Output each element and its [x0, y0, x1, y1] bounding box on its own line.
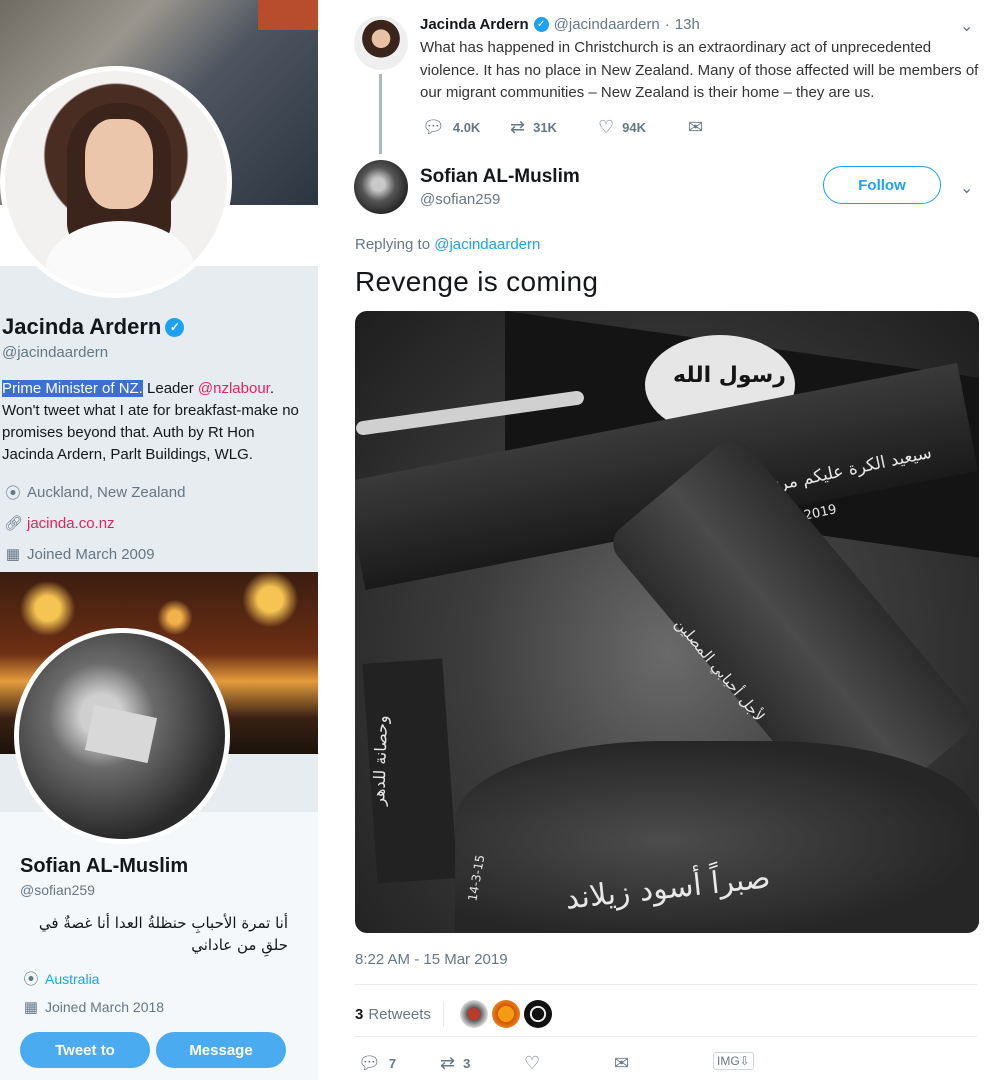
divider — [355, 984, 977, 985]
tweet-to-button[interactable]: Tweet to — [20, 1032, 150, 1068]
profile1-website-link[interactable]: jacinda.co.nz — [27, 515, 115, 532]
calendar-icon: ▦ — [23, 999, 39, 1016]
heart-icon: ♡ — [524, 1053, 541, 1073]
tweet-column: Jacinda Ardern ✓ @jacindaardern · 13h ⌄ … — [318, 0, 993, 1080]
tweet1-dm[interactable]: ✉ — [688, 117, 703, 138]
profile1-bio: Prime Minister of NZ. Leader @nzlabour. … — [2, 378, 308, 466]
location-pin-icon: ⦿ — [23, 971, 39, 988]
retweet-stats[interactable]: 3 Retweets — [355, 1000, 552, 1028]
avatar-book — [84, 704, 158, 764]
tweet2-reply-count: 7 — [388, 1056, 397, 1071]
profile1-joined: Joined March 2009 — [27, 545, 155, 563]
tweet2-author-name[interactable]: Sofian AL-Muslim — [420, 166, 580, 188]
tweet2-author-handle[interactable]: @sofian259 — [420, 191, 500, 208]
message-button[interactable]: Message — [156, 1032, 286, 1068]
media-tape-text: وحصانة للدهر — [369, 715, 392, 806]
verified-badge-icon: ✓ — [533, 17, 549, 32]
replying-to-link[interactable]: @jacindaardern — [434, 236, 540, 253]
retweeter-avatar[interactable] — [459, 1000, 488, 1028]
replying-to: Replying to @jacindaardern — [355, 236, 540, 253]
tweet2-text: Revenge is coming — [355, 266, 599, 297]
tweet2-media-image[interactable]: رسول الله سيعيد الكرة عليكم مرتين 15-3-2… — [355, 311, 979, 933]
tweet1-reply[interactable]: 💬︎ 4.0K — [422, 117, 510, 138]
tweet1-reply-count: 4.0K — [452, 120, 481, 135]
bio-mention-link[interactable]: @nzlabour — [198, 380, 270, 397]
profile1-website-row: 🔗︎ jacinda.co.nz — [4, 514, 115, 533]
profile1-name[interactable]: Jacinda Ardern — [2, 314, 161, 340]
reply-icon: 💬︎ — [422, 117, 445, 137]
tweet1-separator: · — [664, 16, 670, 33]
retweet-stat-label: Retweets — [368, 1005, 431, 1023]
tweet1-like[interactable]: ♡ 94K — [598, 117, 688, 138]
profile2-joined: Joined March 2018 — [45, 999, 165, 1015]
tweet1-header: Jacinda Ardern ✓ @jacindaardern · 13h — [420, 16, 700, 33]
tweet2-dm[interactable]: ✉ — [614, 1053, 629, 1074]
profile1-handle[interactable]: @jacindaardern — [2, 344, 108, 361]
profile2-bio: أنا تمرة الأحبابِ حنظلةُ العدا أنا غصةٌ … — [38, 914, 288, 954]
reply-icon: 💬︎ — [358, 1053, 381, 1073]
thread-connector — [379, 74, 382, 154]
profile1-avatar[interactable] — [0, 66, 232, 298]
profile1-location: Auckland, New Zealand — [27, 484, 186, 501]
retweeter-avatar[interactable] — [491, 1000, 520, 1028]
tweet1-like-count: 94K — [622, 120, 646, 135]
tweet2-reply[interactable]: 💬︎ 7 — [358, 1053, 440, 1074]
bio-leader-text: Leader — [142, 380, 198, 397]
tweet1-text: What has happened in Christchurch is an … — [420, 39, 979, 101]
media-bag — [455, 741, 979, 933]
chevron-down-icon[interactable]: ⌄ — [960, 178, 973, 198]
tweet2-avatar[interactable] — [354, 160, 408, 214]
tweet1-time[interactable]: 13h — [675, 16, 700, 33]
profile2-location[interactable]: Australia — [45, 971, 99, 987]
stat-divider — [442, 1001, 444, 1027]
tweet2-retweet[interactable]: ⇄ 3 — [440, 1053, 524, 1074]
location-pin-icon: ⦿ — [5, 485, 21, 502]
avatar-shoulders — [45, 221, 195, 293]
retweet-icon: ⇄ — [510, 117, 526, 137]
chevron-down-icon[interactable]: ⌄ — [960, 16, 973, 36]
tweet1-actions: 💬︎ 4.0K ⇄ 31K ♡ 94K ✉ — [422, 117, 703, 138]
image-download-tag[interactable]: IMG⇩ — [713, 1052, 754, 1070]
profile1-name-row: Jacinda Ardern ✓ — [2, 314, 185, 340]
calendar-icon: ▦ — [5, 546, 21, 563]
link-icon: 🔗︎ — [4, 515, 24, 532]
retweet-icon: ⇄ — [440, 1053, 456, 1073]
profile1-location-row: ⦿ Auckland, New Zealand — [4, 482, 185, 503]
divider — [355, 1036, 977, 1037]
heart-icon: ♡ — [598, 117, 615, 137]
avatar-face — [85, 119, 153, 209]
profile1-joined-row: ▦ Joined March 2009 — [4, 545, 155, 564]
tweet1-author-handle[interactable]: @jacindaardern — [554, 16, 660, 33]
tweet2-timestamp[interactable]: 8:22 AM - 15 Mar 2019 — [355, 951, 508, 968]
envelope-icon: ✉ — [614, 1053, 630, 1073]
tweet1-retweet[interactable]: ⇄ 31K — [510, 117, 598, 138]
envelope-icon: ✉ — [688, 117, 704, 137]
tweet1-retweet-count: 31K — [533, 120, 557, 135]
profile2-name[interactable]: Sofian AL-Muslim — [20, 855, 188, 878]
tweet2-like[interactable]: ♡ — [524, 1053, 614, 1074]
tweet1-avatar[interactable] — [354, 16, 408, 70]
profile-column: Jacinda Ardern ✓ @jacindaardern Prime Mi… — [0, 0, 318, 1080]
tweet1-author-name[interactable]: Jacinda Ardern — [420, 16, 529, 33]
media-flag-script: رسول الله — [673, 363, 786, 388]
profile2-joined-row: ▦ Joined March 2018 — [22, 998, 164, 1016]
profile2-location-row: ⦿ Australia — [22, 968, 99, 989]
follow-button[interactable]: Follow — [823, 166, 941, 204]
profile2-handle[interactable]: @sofian259 — [20, 882, 95, 898]
retweeter-avatar[interactable] — [523, 1000, 552, 1028]
retweet-stat-count: 3 — [355, 1005, 364, 1023]
profile2-avatar[interactable] — [14, 628, 230, 844]
tweet2-actions: 💬︎ 7 ⇄ 3 ♡ ✉ — [358, 1053, 629, 1074]
verified-badge-icon: ✓ — [165, 317, 185, 337]
replying-prefix: Replying to — [355, 236, 435, 253]
bio-highlighted-text: Prime Minister of NZ. — [2, 380, 143, 397]
tweet2-retweet-count: 3 — [463, 1056, 471, 1071]
